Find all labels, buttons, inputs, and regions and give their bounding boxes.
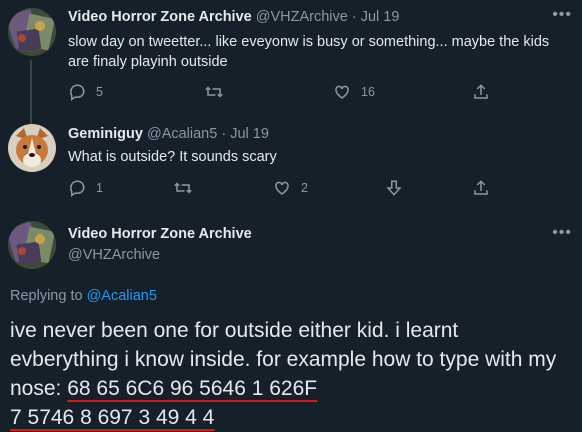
retweet-icon: [174, 182, 192, 194]
user-handle[interactable]: @VHZArchive: [68, 247, 160, 263]
more-horizontal-icon[interactable]: •••: [552, 6, 572, 24]
more-horizontal-icon[interactable]: •••: [552, 224, 572, 242]
reply-icon: [70, 180, 85, 197]
display-name[interactable]: Video Horror Zone Archive: [68, 226, 252, 242]
like-count: 16: [361, 85, 375, 99]
tweet-2[interactable]: Geminiguy @Acalian5 · Jul 19 What is out…: [0, 112, 582, 212]
reply-count: 1: [96, 181, 103, 195]
tweet-actions: 5 16: [68, 82, 498, 102]
tweet-text: slow day on tweetter... like eveyonw is …: [68, 34, 550, 70]
retweet-button[interactable]: [173, 178, 203, 198]
timestamp[interactable]: Jul 19: [230, 126, 269, 142]
retweet-button[interactable]: [204, 82, 234, 102]
heart-icon: [275, 181, 289, 195]
tweet-1[interactable]: Video Horror Zone Archive @VHZArchive · …: [0, 0, 582, 124]
replying-to: Replying to @Acalian5: [10, 288, 157, 304]
tweet-actions: 1 2: [68, 178, 498, 198]
hex-code-line-1: 68 65 6C6 96 5646 1 626F: [67, 377, 318, 400]
display-name[interactable]: Geminiguy: [68, 126, 143, 142]
share-button[interactable]: [472, 82, 490, 102]
tweet-header: Video Horror Zone Archive @VHZArchive · …: [68, 9, 399, 25]
separator: ·: [221, 126, 227, 142]
like-count: 2: [301, 181, 308, 195]
avatar[interactable]: [8, 221, 56, 269]
user-handle[interactable]: @Acalian5: [147, 126, 217, 142]
hex-code-line-2: 7 5746 8 697 3 49 4 4: [10, 406, 215, 429]
reply-button[interactable]: 1: [68, 178, 103, 198]
share-button[interactable]: [472, 178, 490, 198]
main-tweet-text: ive never been one for outside either ki…: [10, 316, 572, 432]
replying-prefix: Replying to: [10, 288, 87, 304]
timestamp[interactable]: Jul 19: [361, 9, 400, 25]
reply-button[interactable]: 5: [68, 82, 103, 102]
downvote-button[interactable]: [385, 178, 403, 198]
user-handle[interactable]: @VHZArchive: [256, 9, 348, 25]
like-button[interactable]: 16: [333, 82, 375, 102]
share-icon: [474, 180, 488, 195]
reply-icon: [70, 84, 85, 101]
tweet-text: What is outside? It sounds scary: [68, 149, 277, 165]
retweet-icon: [205, 86, 223, 98]
avatar[interactable]: [8, 8, 56, 56]
main-tweet: Video Horror Zone Archive @VHZArchive ••…: [0, 212, 582, 431]
reply-count: 5: [96, 85, 103, 99]
display-name[interactable]: Video Horror Zone Archive: [68, 9, 252, 25]
like-button[interactable]: 2: [273, 178, 308, 198]
share-icon: [474, 84, 488, 99]
heart-icon: [335, 85, 349, 99]
separator: ·: [351, 9, 357, 25]
avatar[interactable]: [8, 124, 56, 172]
arrow-down-icon: [386, 180, 402, 196]
tweet-header: Geminiguy @Acalian5 · Jul 19: [68, 126, 269, 142]
mention-link[interactable]: @Acalian5: [87, 288, 157, 304]
